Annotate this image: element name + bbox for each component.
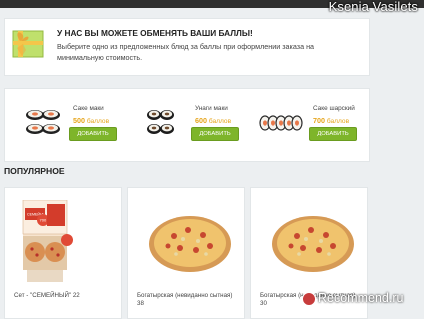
exchange-item-name: Саке маки [73, 105, 104, 112]
banner-title: У НАС ВЫ МОЖЕТЕ ОБМЕНЯТЬ ВАШИ БАЛЛЫ! [57, 28, 253, 38]
banner-text: Выберите одно из предложенных блюд за ба… [57, 42, 315, 62]
gift-icon [12, 30, 44, 58]
recommend-logo-icon [302, 292, 316, 306]
exchange-items-panel: Саке маки 500 баллов ДОБАВИТЬ Унаги маки… [4, 88, 370, 162]
family-set-image: СЕМЕЙНЫЙ 700 [22, 200, 73, 282]
exchange-item-name: Саке шарский [313, 105, 355, 112]
exchange-item: Унаги маки 600 баллов ДОБАВИТЬ [127, 89, 249, 163]
add-button[interactable]: ДОБАВИТЬ [191, 127, 239, 141]
exchange-item: Саке маки 500 баллов ДОБАВИТЬ [5, 89, 127, 163]
sushi-roll-image [26, 110, 60, 134]
sushi-roll-image [259, 115, 303, 131]
add-button[interactable]: ДОБАВИТЬ [69, 127, 117, 141]
pizza-image [272, 216, 354, 272]
section-title: ПОПУЛЯРНОЕ [4, 166, 65, 176]
product-card[interactable]: СЕМЕЙНЫЙ 700 Сет - "СЕМЕЙНЫЙ" 22 [4, 187, 122, 319]
product-card[interactable]: Богатырская (невиданно сытная) 38 [127, 187, 245, 319]
sushi-roll-image [147, 110, 174, 134]
points-exchange-banner: У НАС ВЫ МОЖЕТЕ ОБМЕНЯТЬ ВАШИ БАЛЛЫ! Выб… [4, 18, 370, 76]
exchange-item-price: 600 баллов [195, 116, 232, 125]
product-name: Богатырская (невиданно сытная) 38 [137, 292, 233, 308]
product-name: Сет - "СЕМЕЙНЫЙ" 22 [14, 292, 80, 299]
exchange-item: Саке шарский 700 баллов ДОБАВИТЬ [249, 89, 371, 163]
exchange-item-price: 500 баллов [73, 116, 110, 125]
author-watermark: Ksenia Vasilets [328, 0, 418, 14]
add-button[interactable]: ДОБАВИТЬ [309, 127, 357, 141]
site-watermark: Recommend.ru [318, 291, 404, 305]
exchange-item-name: Унаги маки [195, 105, 228, 112]
family-set-badge: 700 [40, 218, 47, 223]
pizza-image [149, 216, 231, 272]
exchange-item-price: 700 баллов [313, 116, 350, 125]
